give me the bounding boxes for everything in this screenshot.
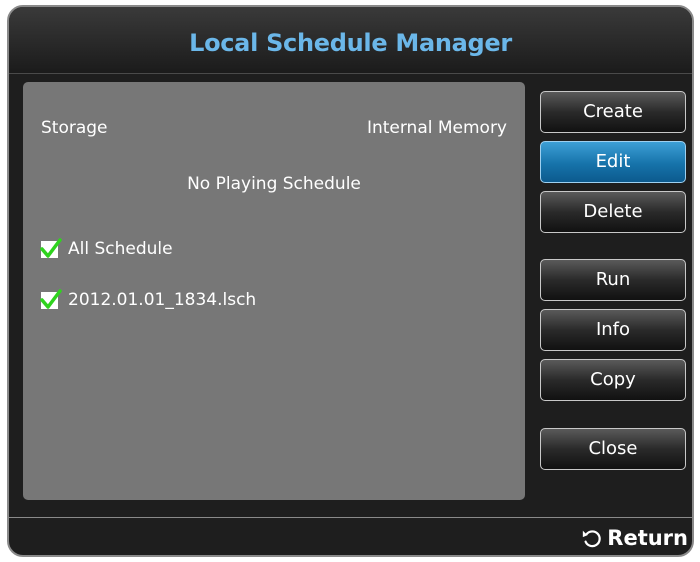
playing-status: No Playing Schedule xyxy=(187,174,361,194)
edit-button[interactable]: Edit xyxy=(540,141,686,183)
storage-label: Storage xyxy=(41,118,108,138)
dialog-title: Local Schedule Manager xyxy=(189,29,512,57)
return-arrow-icon xyxy=(583,530,602,548)
create-button[interactable]: Create xyxy=(540,91,686,133)
info-button[interactable]: Info xyxy=(540,309,686,351)
copy-button[interactable]: Copy xyxy=(540,359,686,401)
schedule-item-file[interactable]: 2012.01.01_1834.lsch xyxy=(40,288,257,311)
schedule-panel: Storage Internal Memory No Playing Sched… xyxy=(23,82,525,500)
schedule-item-label: 2012.01.01_1834.lsch xyxy=(68,290,257,310)
run-button[interactable]: Run xyxy=(540,259,686,301)
footer-divider xyxy=(9,517,692,518)
schedule-item-all[interactable]: All Schedule xyxy=(40,237,173,260)
checkbox-checked-icon[interactable] xyxy=(40,288,62,309)
delete-button[interactable]: Delete xyxy=(540,191,686,233)
storage-value: Internal Memory xyxy=(366,118,507,138)
return-label: Return xyxy=(607,526,688,550)
return-button[interactable]: Return xyxy=(581,526,688,550)
close-button[interactable]: Close xyxy=(540,428,686,470)
schedule-item-label: All Schedule xyxy=(68,239,173,259)
title-bar: Local Schedule Manager xyxy=(9,7,692,74)
checkbox-checked-icon[interactable] xyxy=(40,237,62,258)
local-schedule-manager-dialog: Local Schedule Manager Storage Internal … xyxy=(7,5,694,557)
